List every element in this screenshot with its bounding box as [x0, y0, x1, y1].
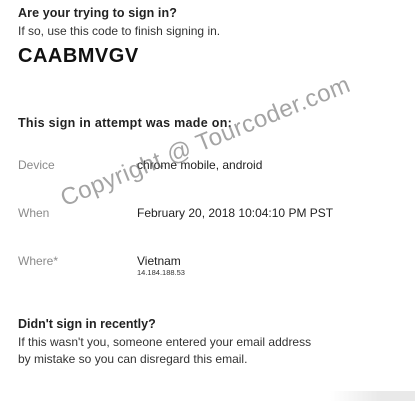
device-label: Device: [18, 158, 55, 172]
where-label: Where*: [18, 254, 59, 268]
sign-in-instruction: If so, use this code to finish signing i…: [18, 24, 221, 38]
when-label: When: [18, 206, 50, 220]
sign-in-question: Are your trying to sign in?: [18, 6, 177, 20]
ip-address: 14.184.188.53: [137, 268, 185, 277]
when-value: February 20, 2018 10:04:10 PM PST: [137, 206, 334, 220]
device-value: chrome mobile, android: [137, 158, 263, 172]
recent-section-title: Didn't sign in recently?: [18, 317, 156, 331]
where-value: Vietnam: [137, 254, 181, 268]
verification-code: CAABMVGV: [18, 45, 139, 67]
recent-section-body: If this wasn't you, someone entered your…: [18, 335, 312, 366]
attempt-section-title: This sign in attempt was made on:: [18, 116, 233, 130]
bottom-edge-shade: [330, 391, 415, 401]
copyright-watermark: Copyright @ Tourcoder.com: [56, 70, 355, 213]
